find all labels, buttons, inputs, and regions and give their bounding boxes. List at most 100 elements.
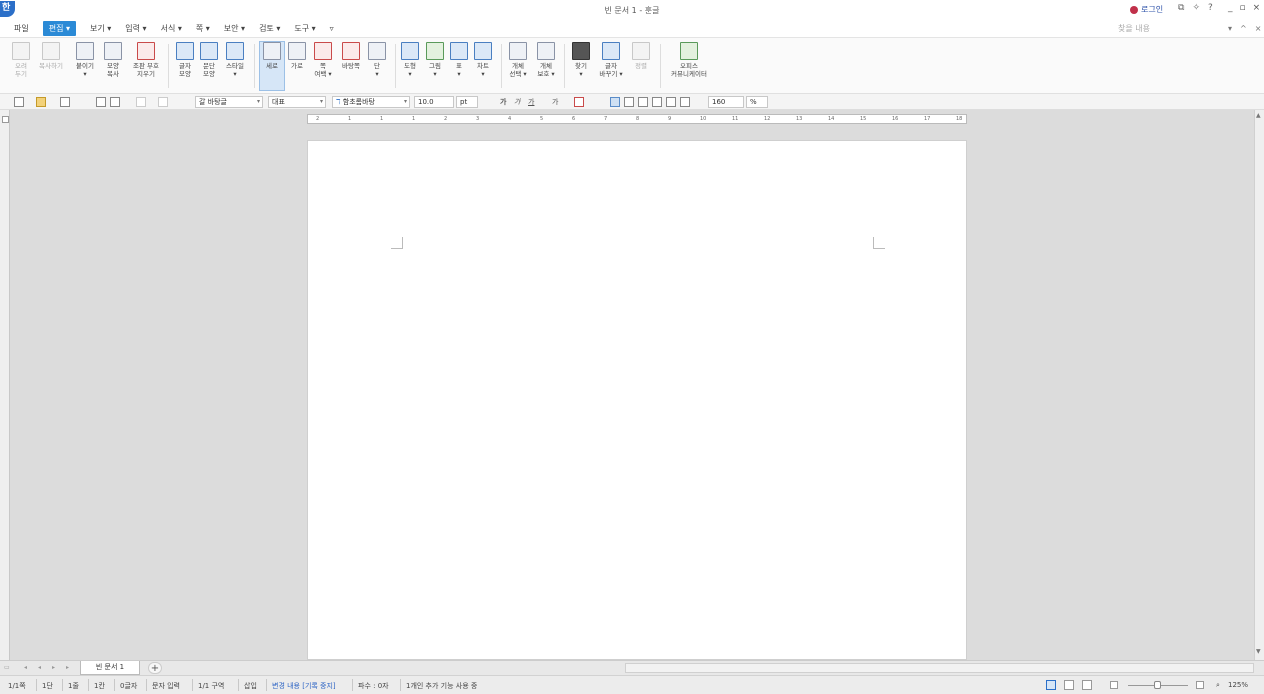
view-normal-icon[interactable] [1046,680,1056,690]
char-shape-button[interactable]: 글자 모양 [172,42,198,78]
font-size-input[interactable]: 10.0 [414,96,454,108]
menu-edit[interactable]: 편집 ▾ [42,21,77,36]
zoom-level[interactable]: 125% [1228,681,1248,689]
horizontal-ruler[interactable]: 2 1 1 1 2 3 4 5 6 7 8 9 10 11 12 13 14 15 16 17 18 [307,114,967,124]
bold-button[interactable]: 가 [500,97,506,107]
para-shape-button[interactable]: 문단 모양 [196,42,222,78]
redo-icon[interactable] [158,97,168,107]
status-page[interactable]: 1/1쪽 [8,681,26,691]
communicator-button[interactable]: 오피스 커뮤니케이터 [664,42,714,78]
doc-close-button[interactable]: × [1255,24,1262,33]
ruler-corner-button[interactable] [2,116,9,123]
vertical-scrollbar[interactable]: ▲ ▼ [1254,110,1264,660]
scroll-up-icon[interactable]: ▲ [1256,112,1261,119]
new-doc-icon[interactable] [14,97,24,107]
menu-insert[interactable]: 입력 ▾ [125,23,146,34]
columns-button[interactable]: 단 ▾ [364,42,390,78]
close-button[interactable]: × [1253,3,1261,13]
menu-security[interactable]: 보안 ▾ [224,23,245,34]
vertical-ruler[interactable] [0,110,10,660]
shape-button[interactable]: 도형 ▾ [397,42,423,78]
print-icon[interactable] [96,97,106,107]
help-icon[interactable]: ? [1208,3,1213,13]
undo-icon[interactable] [136,97,146,107]
italic-button[interactable]: 가 [514,97,520,107]
status-addons[interactable]: 1개인 추가 기능 사용 중 [406,681,477,691]
preview-icon[interactable] [110,97,120,107]
align-right-icon[interactable] [652,97,662,107]
menu-tools[interactable]: 도구 ▾ [294,23,315,34]
arrow-icon[interactable]: ✧ [1192,3,1200,13]
menu-format[interactable]: 서식 ▾ [161,23,182,34]
menu-page[interactable]: 쪽 ▾ [196,23,210,34]
tab-list-icon[interactable]: ▭ [4,664,10,671]
menu-more[interactable]: ▿ [330,24,334,33]
select-object-button[interactable]: 개체 선택 ▾ [505,42,531,78]
scroll-down-icon[interactable]: ▼ [1256,648,1261,655]
landscape-button[interactable]: 가로 [284,42,310,70]
style-select[interactable]: 갈 바탕글 ▾ [195,96,263,108]
font-select[interactable]: ℸ 함초롬바탕 ▾ [332,96,410,108]
status-track-changes[interactable]: 변경 내용 [기록 중지] [272,681,336,691]
align-left-icon[interactable] [624,97,634,107]
horizontal-scrollbar[interactable] [625,663,1254,673]
help-search-input[interactable]: 찾을 내용 [1118,23,1150,34]
align-distribute-icon[interactable] [666,97,676,107]
replace-button[interactable]: 글자 바꾸기 ▾ [596,42,626,78]
underline-button[interactable]: 가 [528,97,534,107]
ribbon-options-button[interactable]: ▾ [1228,24,1232,33]
format-copy-button[interactable]: 모양 복사 [100,42,126,78]
tab-prev-icon[interactable]: ◂ [38,664,41,671]
line-spacing-input[interactable]: 160 [708,96,744,108]
view-web-icon[interactable] [1064,680,1074,690]
copy-button[interactable]: 복사하기 [38,42,64,70]
tab-first-icon[interactable]: ◂ [24,664,27,671]
find-button[interactable]: 찾기 ▾ [568,42,594,78]
ruler-tick: 1 [412,116,416,122]
portrait-button[interactable]: 세로 [259,41,285,91]
align-justify-icon[interactable] [610,97,620,107]
document-workspace[interactable]: 2 1 1 1 2 3 4 5 6 7 8 9 10 11 12 13 14 15 16 17 18 ▲ ▼ [0,110,1264,660]
font-unit-select[interactable]: pt [456,96,478,108]
menu-review[interactable]: 검토 ▾ [259,23,280,34]
line-spacing-unit[interactable]: % [746,96,768,108]
crop-mark [873,237,885,249]
align-center-icon[interactable] [638,97,648,107]
margin-button[interactable]: 쪽 여백 ▾ [310,42,336,78]
document-page[interactable] [307,140,967,660]
zoom-out-icon[interactable] [1110,681,1118,689]
add-tab-button[interactable]: + [148,662,162,674]
chart-button[interactable]: 차트 ▾ [470,42,496,78]
save-icon[interactable] [60,97,70,107]
ribbon-collapse-button[interactable]: ^ [1240,24,1247,33]
menu-file[interactable]: 파일 [14,23,29,34]
magnifier-icon[interactable]: ⌕ [1216,681,1220,690]
view-outline-icon[interactable] [1082,680,1092,690]
superscript-button[interactable]: 가 [552,97,558,107]
status-insert[interactable]: 삽입 [244,681,257,691]
minimize-button[interactable]: _ [1228,3,1233,13]
sort-button[interactable]: 정렬 [628,42,654,70]
table-button[interactable]: 표 ▾ [446,42,472,78]
doc-tab[interactable]: 빈 문서 1 [80,661,140,675]
maximize-button[interactable]: ▫ [1240,3,1246,13]
align-divide-icon[interactable] [680,97,690,107]
master-page-button[interactable]: 바탕쪽 [338,42,364,70]
tab-next-icon[interactable]: ▸ [52,664,55,671]
restore-icon[interactable]: ⧉ [1178,3,1184,13]
paste-button[interactable]: 붙이기 ▾ [72,42,98,78]
status-column: 1칸 [94,682,105,690]
style-button[interactable]: 스타일 ▾ [222,42,248,78]
picture-button[interactable]: 그림 ▾ [422,42,448,78]
menu-view[interactable]: 보기 ▾ [90,23,111,34]
zoom-in-icon[interactable] [1196,681,1204,689]
protect-object-button[interactable]: 개체 보호 ▾ [533,42,559,78]
zoom-slider-handle[interactable] [1154,681,1161,689]
open-folder-icon[interactable] [36,97,46,107]
tab-last-icon[interactable]: ▸ [66,664,69,671]
font-color-icon[interactable] [574,97,584,107]
language-select[interactable]: 대표 ▾ [268,96,326,108]
login-button[interactable]: 로그인 [1130,4,1163,15]
cut-button[interactable]: 오려 두기 [8,42,34,78]
clear-marks-button[interactable]: 조판 부호 지우기 [130,42,162,78]
